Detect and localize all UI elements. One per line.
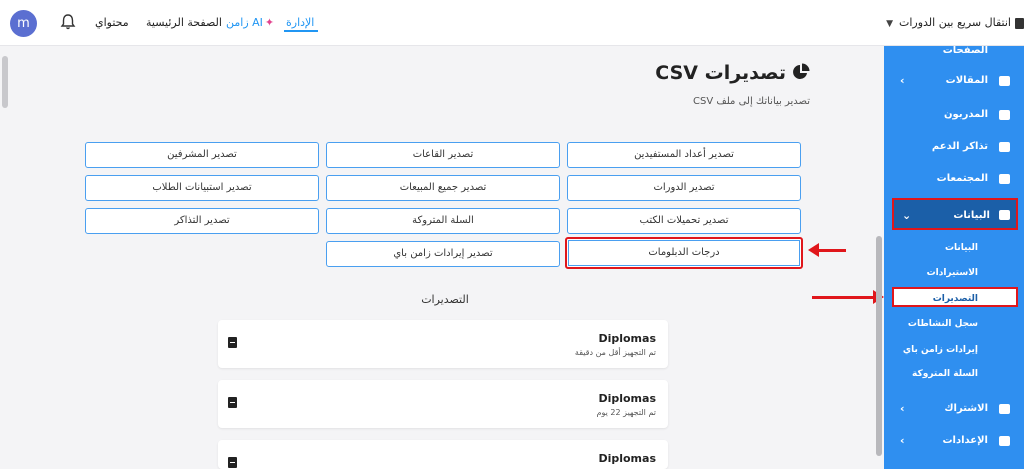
- data-icon: [999, 210, 1010, 220]
- book-icon: [1015, 17, 1024, 29]
- sidebar-item-label: المقالات: [945, 75, 988, 86]
- file-download-icon[interactable]: [228, 397, 237, 408]
- sidebar: الصفحات › المقالات المدربون تذاكر الدعم …: [884, 46, 1024, 469]
- trainer-icon: [999, 110, 1010, 120]
- chat-icon: [999, 174, 1010, 184]
- nav-zamn-ai[interactable]: زامن AI ✦: [226, 0, 274, 46]
- page-title-text: تصديرات CSV: [655, 62, 786, 84]
- support-icon: [999, 142, 1010, 152]
- sidebar-item-label: البيانات: [953, 210, 990, 221]
- sidebar-sub-label: سجل النشاطات: [907, 319, 978, 329]
- sidebar-sub-abandoned-cart[interactable]: السلة المتروكة: [884, 364, 1024, 384]
- magic-wand-icon: ✦: [264, 16, 275, 29]
- quick-course-switch[interactable]: انتقال سريع بين الدورات ▼: [884, 0, 1024, 46]
- export-item-time: تم التجهيز أقل من دقيقة: [574, 348, 656, 357]
- sidebar-item-label: الإعدادات: [942, 435, 988, 446]
- sidebar-item-pages[interactable]: الصفحات: [884, 46, 1024, 62]
- nav-zamn-ai-label: زامن AI: [226, 16, 263, 29]
- file-download-icon[interactable]: [228, 337, 237, 348]
- sidebar-item-data[interactable]: ⌄ البيانات: [892, 198, 1018, 230]
- export-item[interactable]: Diplomas تم التجهيز 22 يوم: [218, 380, 668, 428]
- export-supervisors-button[interactable]: تصدير المشرفين: [85, 142, 319, 168]
- annotation-arrow-diploma: [808, 243, 846, 257]
- export-courses-button[interactable]: تصدير الدورات: [567, 175, 801, 201]
- user-avatar[interactable]: m: [10, 10, 37, 37]
- sidebar-sub-label: إيرادات زامن باي: [902, 345, 978, 355]
- export-item[interactable]: Diplomas تم التجهيز أقل من دقيقة: [218, 320, 668, 368]
- sidebar-item-label: تذاكر الدعم: [931, 141, 988, 152]
- pie-chart-icon: [793, 63, 810, 79]
- export-zamn-pay-revenue-button[interactable]: تصدير إيرادات زامن باي: [326, 241, 560, 267]
- sidebar-sub-label: التصديرات: [932, 294, 978, 304]
- export-halls-button[interactable]: تصدير القاعات: [326, 142, 560, 168]
- export-item-name: Diplomas: [598, 392, 656, 405]
- sidebar-sub-data[interactable]: البيانات: [884, 238, 1024, 258]
- export-item-name: Diplomas: [598, 452, 656, 465]
- nav-home[interactable]: الصفحة الرئيسية: [146, 0, 222, 46]
- chevron-down-icon: ⌄: [902, 209, 912, 222]
- sidebar-sub-label: السلة المتروكة: [912, 369, 978, 379]
- page-subtitle: تصدير بياناتك إلى ملف CSV: [693, 96, 810, 107]
- sidebar-item-support[interactable]: تذاكر الدعم: [884, 136, 1024, 158]
- export-student-surveys-button[interactable]: تصدير استبيانات الطلاب: [85, 175, 319, 201]
- sidebar-item-label: الصفحات: [942, 46, 988, 56]
- export-item-time: تم التجهيز 22 يوم: [596, 408, 656, 417]
- sidebar-item-subscription[interactable]: › الاشتراك: [884, 398, 1024, 420]
- gear-icon: [999, 436, 1010, 446]
- sidebar-item-settings[interactable]: › الإعدادات: [884, 430, 1024, 452]
- sidebar-sub-imports[interactable]: الاستيرادات: [884, 263, 1024, 283]
- sidebar-sub-label: البيانات: [945, 243, 978, 253]
- sidebar-item-label: الاشتراك: [944, 403, 988, 414]
- sidebar-sub-exports[interactable]: التصديرات: [892, 287, 1018, 307]
- sidebar-item-articles[interactable]: › المقالات: [884, 70, 1024, 92]
- annotation-arrow-sidebar: [812, 290, 884, 304]
- chevron-right-icon: ›: [900, 74, 905, 87]
- exports-section-title: التصديرات: [421, 293, 469, 306]
- nav-admin[interactable]: الإدارة: [286, 0, 314, 46]
- abandoned-cart-button[interactable]: السلة المتروكة: [326, 208, 560, 234]
- chevron-down-icon: ▼: [886, 19, 893, 29]
- export-beneficiaries-button[interactable]: تصدير أعداد المستفيدين: [567, 142, 801, 168]
- sidebar-item-trainers[interactable]: المدربون: [884, 104, 1024, 126]
- nav-my-content[interactable]: محتواي: [95, 0, 129, 46]
- file-download-icon[interactable]: [228, 457, 237, 468]
- export-all-sales-button[interactable]: تصدير جميع المبيعات: [326, 175, 560, 201]
- article-icon: [999, 76, 1010, 86]
- sidebar-item-label: المجتمعات: [936, 173, 988, 184]
- sidebar-sub-activity-log[interactable]: سجل النشاطات: [884, 314, 1024, 334]
- scrollbar-left[interactable]: [2, 56, 8, 108]
- scrollbar-main[interactable]: [876, 236, 882, 456]
- nav-admin-underline: [284, 30, 318, 32]
- quick-switch-label: انتقال سريع بين الدورات: [898, 16, 1011, 29]
- bell-icon[interactable]: [58, 12, 78, 32]
- export-book-downloads-button[interactable]: تصدير تحميلات الكتب: [567, 208, 801, 234]
- export-tickets-button[interactable]: تصدير التذاكر: [85, 208, 319, 234]
- diploma-grades-button[interactable]: درجات الدبلومات: [565, 237, 803, 269]
- sidebar-item-label: المدربون: [944, 109, 988, 120]
- sidebar-item-communities[interactable]: المجتمعات: [884, 168, 1024, 190]
- export-item[interactable]: Diplomas: [218, 440, 668, 469]
- chevron-right-icon: ›: [900, 402, 905, 415]
- chevron-right-icon: ›: [900, 434, 905, 447]
- export-item-name: Diplomas: [598, 332, 656, 345]
- card-icon: [999, 404, 1010, 414]
- sidebar-sub-zamn-pay[interactable]: إيرادات زامن باي: [884, 340, 1024, 360]
- page-title: تصديرات CSV: [600, 62, 810, 84]
- top-bar: m محتواي الصفحة الرئيسية زامن AI ✦ الإدار…: [0, 0, 1024, 46]
- sidebar-sub-label: الاستيرادات: [926, 268, 978, 278]
